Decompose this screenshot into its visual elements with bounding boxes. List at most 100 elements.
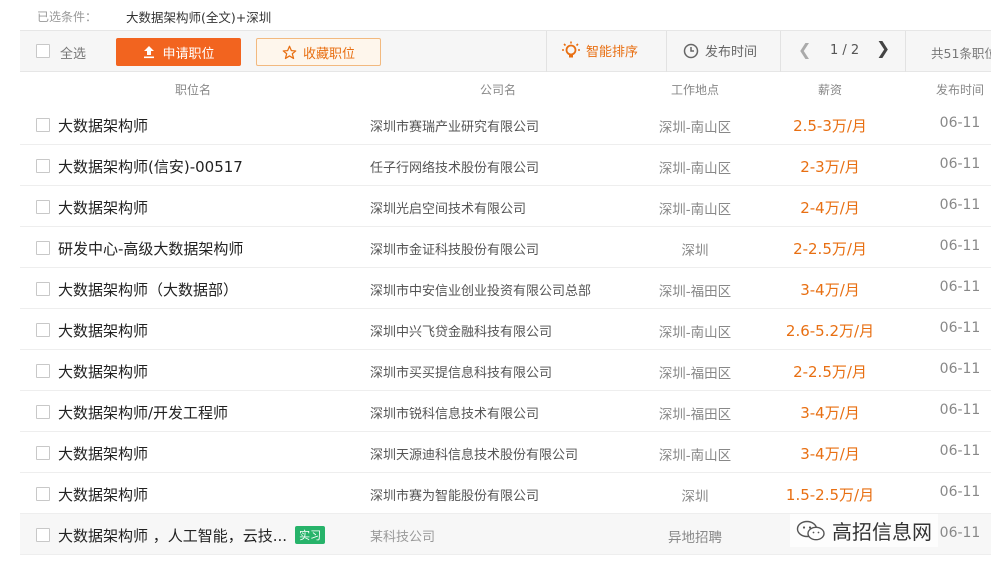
job-title-text: 大数据架构师 ，人工智能，云技... — [58, 527, 288, 545]
job-title-link[interactable]: 大数据架构师/开发工程师 — [58, 402, 228, 423]
intern-badge: 实习 — [295, 526, 326, 544]
watermark-text: 高招信息网 — [832, 520, 932, 544]
row-checkbox[interactable] — [36, 487, 50, 501]
job-salary: 3-4万/月 — [800, 281, 860, 299]
job-salary: 2.5-3万/月 — [793, 117, 867, 135]
select-all-checkbox[interactable] — [36, 44, 50, 58]
company-link[interactable]: 深圳市中安信业创业投资有限公司总部 — [370, 280, 591, 299]
table-row[interactable]: 大数据架构师 深圳天源迪科信息技术股份有限公司 深圳-南山区 3-4万/月 06… — [20, 432, 991, 473]
table-row[interactable]: 大数据架构师 深圳市买买提信息科技有限公司 深圳-福田区 2-2.5万/月 06… — [20, 350, 991, 391]
toolbar-divider — [546, 31, 547, 72]
company-link[interactable]: 深圳中兴飞贷金融科技有限公司 — [370, 321, 552, 340]
table-row[interactable]: 大数据架构师(信安)-00517 任子行网络技术股份有限公司 深圳-南山区 2-… — [20, 145, 991, 186]
favorite-job-label: 收藏职位 — [302, 46, 355, 62]
job-title-link[interactable]: 大数据架构师 — [58, 320, 148, 341]
wechat-icon — [796, 520, 825, 540]
row-checkbox[interactable] — [36, 323, 50, 337]
job-title-link[interactable]: 大数据架构师（大数据部） — [58, 279, 238, 300]
job-title-link[interactable]: 研发中心-高级大数据架构师 — [58, 238, 243, 259]
apply-job-button[interactable]: 申请职位 — [116, 38, 241, 66]
select-all-label[interactable]: 全选 — [60, 43, 86, 62]
job-location: 深圳-南山区 — [658, 120, 732, 136]
job-salary: 2.6-5.2万/月 — [785, 322, 875, 340]
filter-value[interactable]: 大数据架构师(全文)+深圳 — [126, 7, 271, 26]
filter-bar: 已选条件： 大数据架构师(全文)+深圳 — [0, 0, 991, 30]
job-salary: 2-2.5万/月 — [793, 363, 867, 381]
row-checkbox[interactable] — [36, 200, 50, 214]
post-date: 06-11 — [939, 115, 981, 131]
table-row[interactable]: 大数据架构师/开发工程师 深圳市锐科信息技术有限公司 深圳-福田区 3-4万/月… — [20, 391, 991, 432]
table-row[interactable]: 大数据架构师 深圳光启空间技术有限公司 深圳-南山区 2-4万/月 06-11 — [20, 186, 991, 227]
row-checkbox[interactable] — [36, 446, 50, 460]
table-row-partial — [20, 555, 991, 574]
filter-label: 已选条件： — [37, 10, 98, 24]
job-title-link[interactable]: 大数据架构师 — [58, 361, 148, 382]
job-title-link[interactable]: 大数据架构师(信安)-00517 — [58, 156, 243, 177]
col-header-date: 发布时间 — [936, 83, 985, 97]
company-link[interactable]: 深圳市赛瑞产业研究有限公司 — [370, 116, 539, 135]
post-date: 06-11 — [939, 279, 981, 295]
row-checkbox[interactable] — [36, 282, 50, 296]
job-salary: 2-3万/月 — [800, 158, 860, 176]
row-checkbox[interactable] — [36, 405, 50, 419]
upload-icon — [144, 46, 155, 59]
table-header: 职位名 公司名 工作地点 薪资 发布时间 — [20, 72, 991, 104]
job-location: 深圳-南山区 — [658, 325, 732, 341]
job-title-link[interactable]: 大数据架构师 — [58, 484, 148, 505]
job-salary: 2-2.5万/月 — [793, 240, 867, 258]
next-page-icon[interactable]: ❯ — [876, 39, 890, 59]
sort-time-button[interactable]: 发布时间 — [683, 41, 757, 60]
table-row[interactable]: 大数据架构师（大数据部） 深圳市中安信业创业投资有限公司总部 深圳-福田区 3-… — [20, 268, 991, 309]
company-link[interactable]: 深圳市金证科技股份有限公司 — [370, 239, 539, 258]
apply-job-label: 申请职位 — [162, 46, 215, 62]
toolbar-divider — [780, 31, 781, 72]
col-header-company: 公司名 — [480, 83, 517, 97]
sort-smart-label: 智能排序 — [586, 44, 639, 60]
row-checkbox[interactable] — [36, 528, 50, 542]
job-title-link[interactable]: 大数据架构师 — [58, 443, 148, 464]
post-date: 06-11 — [939, 238, 981, 254]
job-location: 深圳-福田区 — [658, 284, 732, 300]
total-count: 共51条职位 — [931, 46, 991, 61]
page-indicator: 1 / 2 — [830, 43, 860, 58]
row-checkbox[interactable] — [36, 364, 50, 378]
job-salary: 2-4万/月 — [800, 199, 860, 217]
job-location: 深圳 — [681, 489, 709, 505]
job-location: 深圳-福田区 — [658, 407, 732, 423]
job-salary: 3-4万/月 — [800, 404, 860, 422]
post-date: 06-11 — [939, 320, 981, 336]
row-checkbox[interactable] — [36, 118, 50, 132]
row-checkbox[interactable] — [36, 241, 50, 255]
company-link[interactable]: 深圳市锐科信息技术有限公司 — [370, 403, 539, 422]
table-row[interactable]: 大数据架构师 深圳市赛瑞产业研究有限公司 深圳-南山区 2.5-3万/月 06-… — [20, 104, 991, 145]
company-link[interactable]: 某科技公司 — [370, 526, 435, 545]
toolbar-divider — [666, 31, 667, 72]
prev-page-icon[interactable]: ❮ — [798, 40, 811, 59]
table-row[interactable]: 大数据架构师 深圳市赛为智能股份有限公司 深圳 1.5-2.5万/月 06-11 — [20, 473, 991, 514]
company-link[interactable]: 深圳市买买提信息科技有限公司 — [370, 362, 552, 381]
company-link[interactable]: 深圳天源迪科信息技术股份有限公司 — [370, 444, 578, 463]
post-date: 06-11 — [939, 156, 981, 172]
sort-time-label: 发布时间 — [705, 45, 758, 60]
job-location: 异地招聘 — [668, 530, 722, 546]
table-row[interactable]: 大数据架构师 深圳中兴飞贷金融科技有限公司 深圳-南山区 2.6-5.2万/月 … — [20, 309, 991, 350]
toolbar: 全选 申请职位 收藏职位 智能排序 发布时间 ❮ 1 / 2 ❯ 共51条职位 — [20, 30, 991, 72]
star-icon — [282, 45, 297, 59]
company-link[interactable]: 深圳光启空间技术有限公司 — [370, 198, 526, 217]
table-row[interactable]: 研发中心-高级大数据架构师 深圳市金证科技股份有限公司 深圳 2-2.5万/月 … — [20, 227, 991, 268]
job-title-link[interactable]: 大数据架构师 — [58, 197, 148, 218]
job-location: 深圳-南山区 — [658, 448, 732, 464]
col-header-location: 工作地点 — [671, 83, 720, 97]
row-checkbox[interactable] — [36, 159, 50, 173]
favorite-job-button[interactable]: 收藏职位 — [256, 38, 381, 66]
post-date: 06-11 — [939, 361, 981, 377]
company-link[interactable]: 任子行网络技术股份有限公司 — [370, 157, 539, 176]
col-header-title: 职位名 — [175, 83, 212, 97]
job-location: 深圳-南山区 — [658, 202, 732, 218]
post-date: 06-11 — [939, 197, 981, 213]
post-date: 06-11 — [939, 484, 981, 500]
job-title-link[interactable]: 大数据架构师 ，人工智能，云技... 实习 — [58, 525, 326, 546]
company-link[interactable]: 深圳市赛为智能股份有限公司 — [370, 485, 539, 504]
job-title-link[interactable]: 大数据架构师 — [58, 115, 148, 136]
sort-smart-button[interactable]: 智能排序 — [561, 40, 638, 60]
